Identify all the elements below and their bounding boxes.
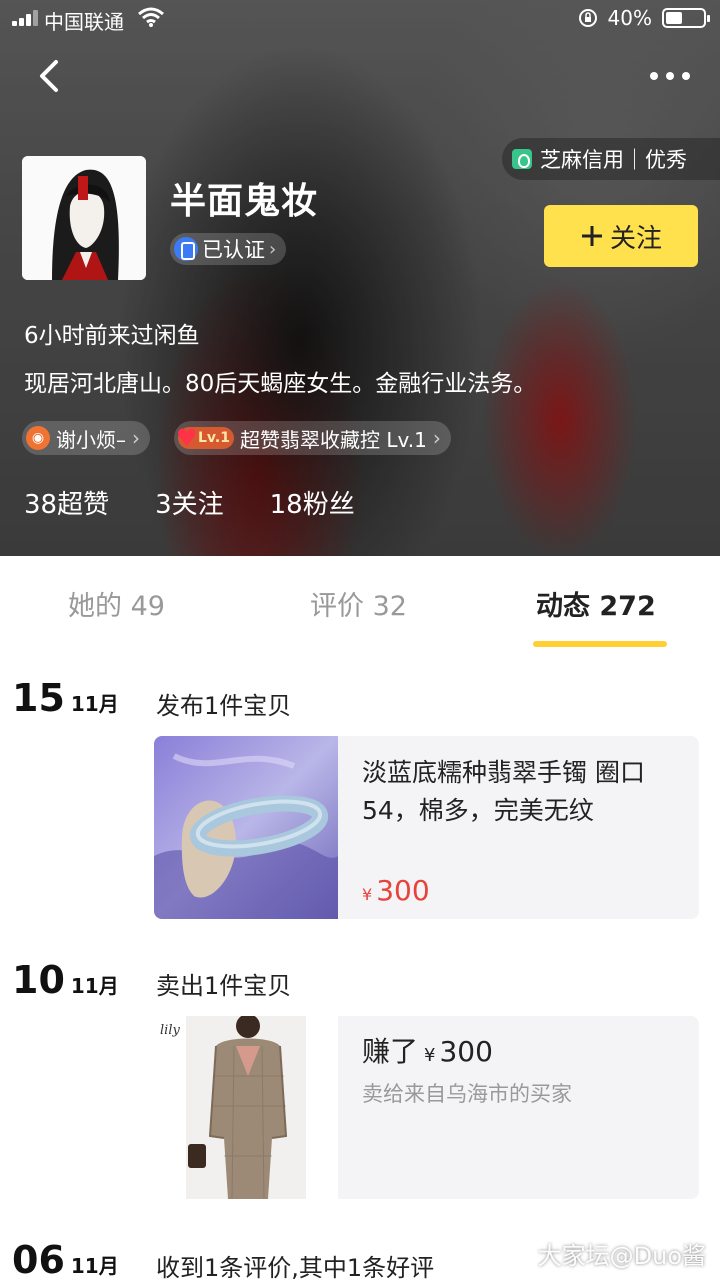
weibo-icon: ◉ — [26, 426, 50, 450]
avatar-illustration — [22, 156, 146, 280]
active-tab-indicator — [533, 641, 667, 647]
level-badge: ♥ Lv.1 — [176, 424, 234, 452]
suit-photo: lily — [154, 1016, 338, 1199]
verified-badge[interactable]: 已认证 › — [170, 233, 287, 265]
sold-item-card[interactable]: lily 赚了 ¥300 卖给来自乌海市的买家 — [154, 1016, 699, 1199]
timeline-day: 06 — [12, 1238, 65, 1280]
listing-price: ¥300 — [362, 874, 430, 907]
battery-icon — [662, 8, 710, 28]
price-value: 300 — [376, 874, 430, 907]
profile-stats: 38超赞 3关注 18粉丝 — [24, 484, 355, 521]
brand-logo: lily — [160, 1023, 180, 1038]
heart-icon: ♥ — [176, 424, 198, 452]
rotation-lock-icon — [578, 9, 597, 27]
watermark: 大家坛@Duo酱 — [537, 1242, 706, 1270]
last-visit-text: 6小时前来过闲鱼 — [24, 323, 200, 349]
signal-icon — [12, 10, 42, 26]
user-bio: 现居河北唐山。80后天蝎座女生。金融行业法务。 — [24, 371, 537, 397]
timeline-event-title: 发布1件宝贝 — [156, 692, 292, 720]
tab-items[interactable]: 她的 49 — [68, 584, 165, 623]
more-dot-icon — [666, 72, 674, 80]
currency-symbol: ¥ — [424, 1045, 436, 1066]
weibo-tag[interactable]: ◉ 谢小烦– › — [22, 421, 150, 455]
sesame-credit-icon — [512, 149, 532, 169]
more-options-button[interactable] — [640, 60, 700, 92]
timeline-day: 15 — [12, 676, 65, 720]
credit-label: 芝麻信用｜优秀 — [540, 148, 687, 172]
carrier-name: 中国联通 — [44, 10, 124, 34]
more-dot-icon — [682, 72, 690, 80]
wifi-icon — [138, 7, 164, 27]
follow-button[interactable]: 关注 — [544, 205, 698, 267]
timeline-month: 11月 — [70, 692, 119, 716]
timeline-day: 10 — [12, 958, 65, 1002]
likes-count[interactable]: 38超赞 — [24, 484, 109, 521]
timeline-date: 15 11月 — [12, 676, 119, 720]
status-bar: 中国联通 40% — [0, 0, 720, 38]
earned-amount: 赚了 ¥300 — [362, 1030, 493, 1070]
timeline-date: 10 11月 — [12, 958, 119, 1002]
fan-tag-label: 超赞翡翠收藏控 Lv.1 — [239, 427, 427, 452]
tab-reviews[interactable]: 评价 32 — [310, 584, 407, 623]
tab-activity[interactable]: 动态 272 — [536, 584, 656, 623]
following-count[interactable]: 3关注 — [155, 484, 224, 521]
timeline-event-title: 收到1条评价,其中1条好评 — [156, 1254, 435, 1280]
verified-shield-icon — [174, 237, 198, 261]
earned-prefix: 赚了 — [362, 1035, 419, 1068]
buyer-location: 卖给来自乌海市的买家 — [362, 1082, 572, 1106]
plus-icon — [581, 226, 602, 246]
chevron-right-icon: › — [269, 238, 277, 260]
sesame-credit-badge[interactable]: 芝麻信用｜优秀 — [502, 138, 720, 180]
timeline-month: 11月 — [70, 974, 119, 998]
battery-percentage: 40% — [607, 6, 652, 30]
verified-label: 已认证 — [202, 238, 265, 262]
fans-count[interactable]: 18粉丝 — [270, 484, 355, 521]
timeline-event-title: 卖出1件宝贝 — [156, 972, 292, 1000]
fan-level-tag[interactable]: ♥ Lv.1 超赞翡翠收藏控 Lv.1 › — [174, 421, 451, 455]
avatar[interactable] — [22, 156, 146, 280]
listing-title: 淡蓝底糯种翡翠手镯 圈口54，棉多，完美无纹 — [362, 758, 645, 825]
weibo-name: 谢小烦– — [56, 427, 126, 452]
timeline-date: 06 11月 — [12, 1238, 119, 1280]
level-badge-text: Lv.1 — [198, 430, 230, 446]
follow-label: 关注 — [609, 223, 662, 254]
timeline-month: 11月 — [70, 1254, 119, 1278]
earned-value: 300 — [439, 1035, 493, 1068]
chevron-right-icon: › — [132, 426, 140, 450]
more-dot-icon — [650, 72, 658, 80]
bangle-photo — [154, 736, 338, 919]
back-arrow-icon[interactable] — [30, 56, 70, 96]
chevron-right-icon: › — [432, 426, 441, 450]
currency-symbol: ¥ — [362, 885, 373, 904]
user-nickname: 半面鬼妆 — [170, 181, 319, 222]
profile-tabs: 她的 49 评价 32 动态 272 — [0, 556, 720, 652]
listing-card[interactable]: 淡蓝底糯种翡翠手镯 圈口54，棉多，完美无纹 ¥300 — [154, 736, 699, 919]
